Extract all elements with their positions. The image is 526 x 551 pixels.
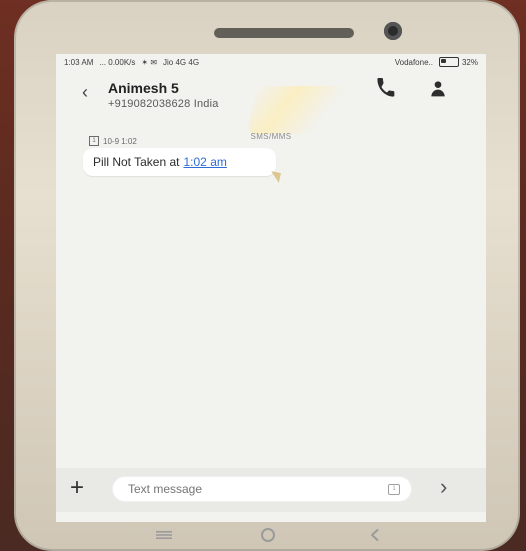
message-text: Pill Not Taken at: [93, 155, 180, 169]
earpiece: [214, 28, 354, 38]
status-bar: 1:03 AM ... 0.00K/s ✶ ✉ Jio 4G 4G Vodafo…: [56, 54, 486, 70]
message-timestamp: 1 10-9 1:02: [89, 136, 137, 146]
contact-name: Animesh 5: [108, 80, 179, 96]
conversation-header: ‹ Animesh 5 +919082038628 India SMS/MMS: [56, 70, 486, 141]
message-time-link[interactable]: 1:02 am: [184, 155, 227, 169]
sim-slot-icon: 1: [89, 136, 99, 146]
status-carrier-1: Jio 4G 4G: [163, 57, 200, 67]
status-time: 1:03 AM: [64, 57, 94, 67]
contact-person-icon[interactable]: [428, 78, 448, 98]
back-icon[interactable]: [368, 528, 382, 542]
screen-reflection-glare: [246, 86, 352, 134]
add-attachment-plus-icon[interactable]: +: [70, 474, 84, 502]
battery-percent: 32%: [461, 57, 478, 67]
battery-indicator: 32%: [438, 57, 478, 67]
message-input[interactable]: [126, 481, 370, 497]
message-input-wrapper[interactable]: 1: [112, 476, 412, 502]
message-composer: + 1 ›: [56, 468, 486, 512]
menu-icon[interactable]: [156, 530, 172, 540]
battery-icon: [438, 57, 459, 67]
status-icons: ✶ ✉: [141, 57, 158, 67]
contact-number: +919082038628 India: [108, 98, 219, 110]
phone-call-icon[interactable]: [376, 78, 396, 98]
incoming-message-bubble[interactable]: Pill Not Taken at 1:02 am: [83, 148, 281, 183]
home-icon[interactable]: [261, 528, 275, 542]
back-chevron-icon[interactable]: ‹: [82, 82, 88, 103]
front-camera: [384, 22, 402, 40]
message-time: 10-9 1:02: [103, 136, 137, 146]
status-data-speed: ... 0.00K/s: [99, 57, 136, 67]
android-navigation-bar: [56, 522, 486, 546]
sms-conversation-screen: 1:03 AM ... 0.00K/s ✶ ✉ Jio 4G 4G Vodafo…: [56, 54, 486, 522]
sim-selector-icon[interactable]: 1: [388, 484, 400, 495]
status-carrier-2: Vodafone..: [394, 57, 433, 67]
bubble-tail: [269, 171, 281, 183]
send-chevron-icon[interactable]: ›: [440, 474, 447, 500]
